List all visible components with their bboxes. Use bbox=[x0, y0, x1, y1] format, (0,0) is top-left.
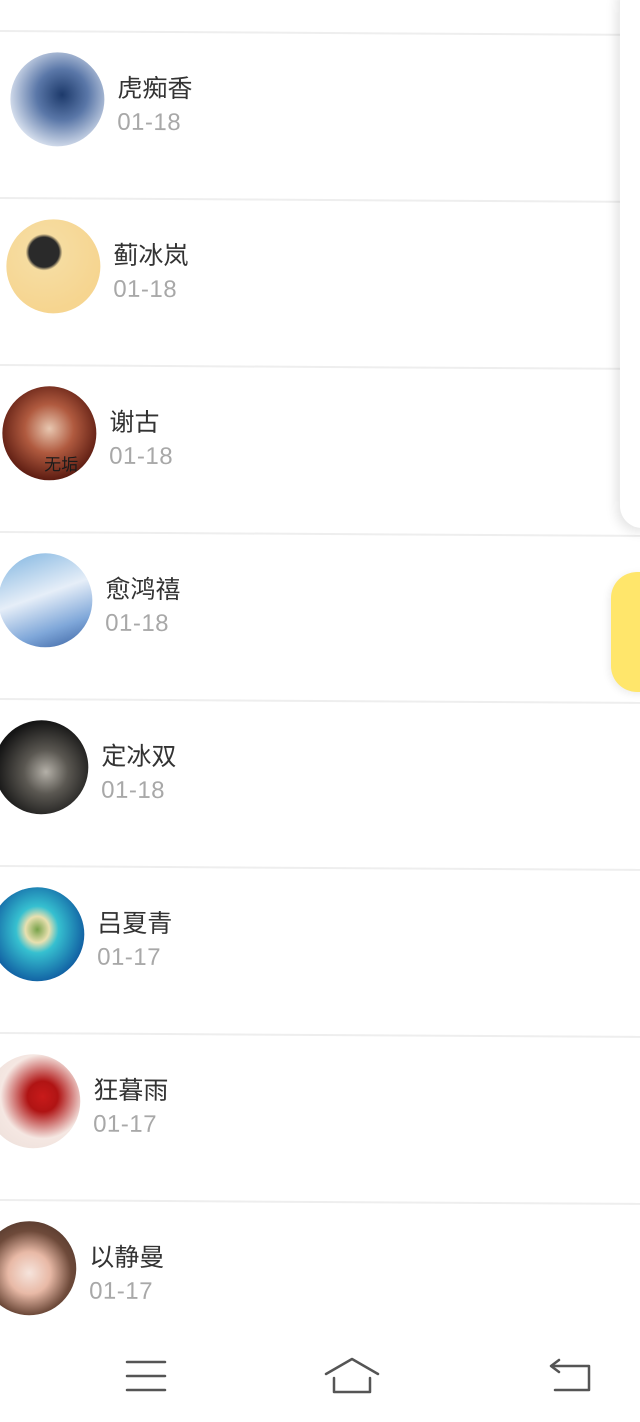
contact-name: 定冰双 bbox=[101, 742, 177, 772]
list-item[interactable]: 狂暮雨 01-17 bbox=[0, 1031, 640, 1204]
contact-date: 01-18 bbox=[105, 609, 170, 638]
contact-name: 谢古 bbox=[109, 408, 160, 437]
home-icon bbox=[324, 1357, 380, 1394]
contact-date: 01-17 bbox=[93, 1110, 158, 1138]
back-icon bbox=[549, 1358, 591, 1392]
list-item[interactable]: 无垢 谢古 01-18 bbox=[0, 363, 640, 536]
screen: 虎痴香 01-18 蓟冰岚 01-18 无垢 谢古 01-18 愈鸿禧 01-1… bbox=[0, 0, 640, 1422]
avatar-caption: 无垢 bbox=[44, 455, 79, 475]
system-navigation-bar bbox=[0, 1332, 640, 1422]
contact-name: 狂暮雨 bbox=[93, 1076, 169, 1106]
side-panel-tab[interactable] bbox=[611, 572, 640, 692]
list-item[interactable]: 定冰双 01-18 bbox=[0, 697, 640, 870]
back-button[interactable] bbox=[540, 1350, 600, 1402]
contact-date: 01-18 bbox=[109, 442, 174, 471]
list-item[interactable]: 虎痴香 01-18 bbox=[0, 29, 640, 202]
avatar[interactable] bbox=[10, 52, 105, 147]
menu-icon bbox=[125, 1360, 167, 1392]
avatar[interactable] bbox=[0, 553, 93, 648]
menu-button[interactable] bbox=[116, 1350, 176, 1402]
avatar[interactable] bbox=[0, 886, 85, 982]
contact-name: 虎痴香 bbox=[117, 74, 193, 104]
contact-date: 01-17 bbox=[97, 943, 162, 972]
avatar[interactable] bbox=[0, 719, 89, 815]
list-item[interactable]: 愈鸿禧 01-18 bbox=[0, 530, 640, 703]
contact-date: 01-18 bbox=[113, 275, 178, 304]
side-panel-card[interactable] bbox=[620, 0, 640, 528]
contact-date: 01-18 bbox=[101, 776, 166, 805]
avatar[interactable] bbox=[0, 1053, 81, 1149]
contact-name: 蓟冰岚 bbox=[113, 241, 189, 271]
contact-name: 吕夏青 bbox=[97, 909, 173, 939]
contact-date: 01-18 bbox=[117, 108, 182, 137]
avatar[interactable] bbox=[6, 219, 101, 314]
contact-date: 01-17 bbox=[89, 1277, 154, 1305]
avatar[interactable]: 无垢 bbox=[2, 386, 97, 481]
contact-name: 以静曼 bbox=[89, 1243, 165, 1273]
contact-name: 愈鸿禧 bbox=[105, 575, 181, 605]
list-item[interactable]: 吕夏青 01-17 bbox=[0, 864, 640, 1037]
contact-list: 虎痴香 01-18 蓟冰岚 01-18 无垢 谢古 01-18 愈鸿禧 01-1… bbox=[0, 0, 640, 1371]
home-button[interactable] bbox=[322, 1350, 382, 1402]
avatar[interactable] bbox=[0, 1220, 77, 1316]
list-item[interactable]: 蓟冰岚 01-18 bbox=[0, 196, 640, 369]
